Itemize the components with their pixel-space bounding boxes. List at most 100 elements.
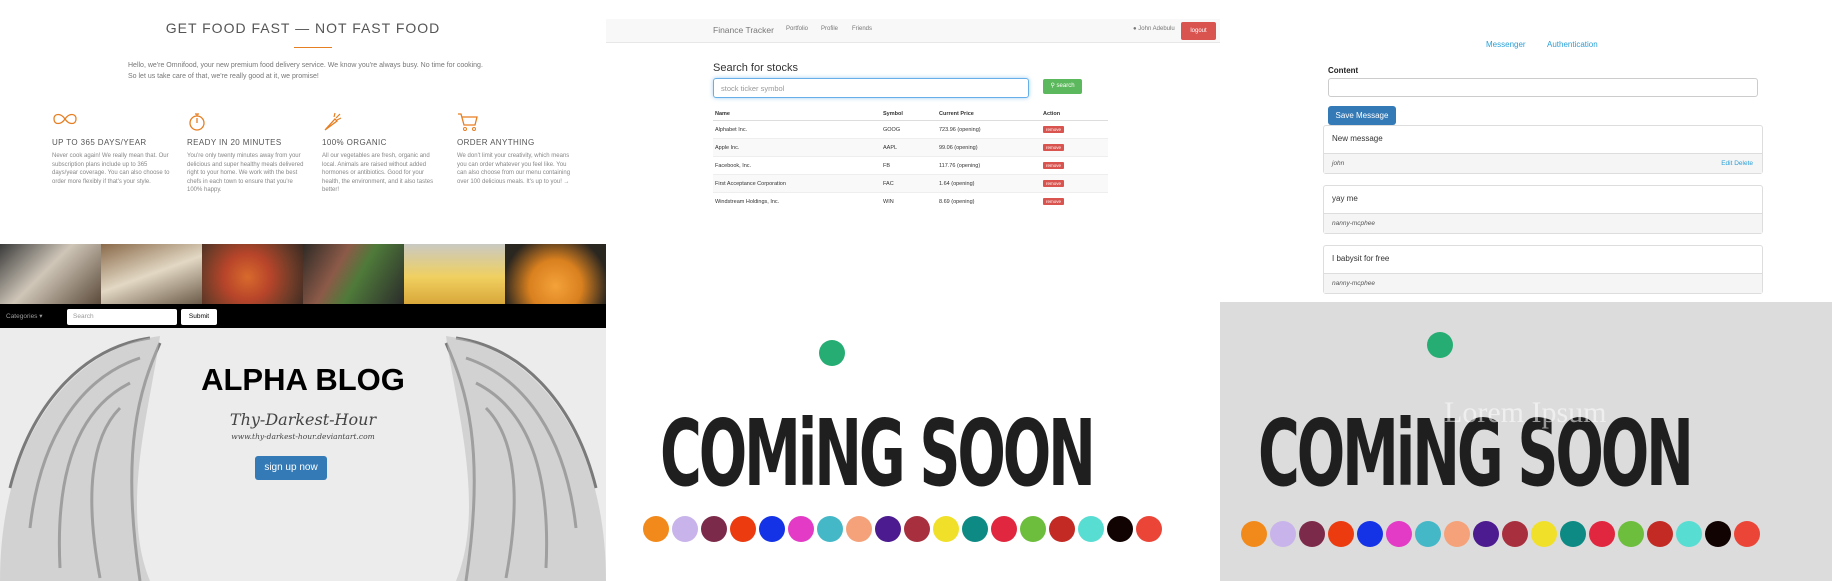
user-menu[interactable]: ● John Adebulu (1133, 26, 1175, 32)
signup-button[interactable]: sign up now (255, 456, 327, 480)
save-message-button[interactable]: Save Message (1328, 106, 1396, 125)
color-dot (672, 516, 698, 542)
cell-action: remove (1041, 120, 1108, 139)
cell-action: remove (1041, 156, 1108, 175)
caret-down-icon: ▾ (39, 313, 43, 320)
feature-organic: 100% ORGANIC All our vegetables are fres… (322, 112, 440, 195)
food-photo (0, 244, 101, 304)
carrot-icon (322, 112, 440, 134)
link-authentication[interactable]: Authentication (1547, 40, 1598, 49)
color-dot (1357, 521, 1383, 547)
cell-action: remove (1041, 138, 1108, 157)
food-photo (505, 244, 606, 304)
stock-search-input[interactable]: stock ticker symbol (713, 78, 1029, 98)
search-button[interactable]: ⚲ search (1043, 79, 1082, 94)
remove-button[interactable]: remove (1043, 162, 1065, 169)
message-text: yay me (1332, 194, 1358, 203)
food-photo-strip (0, 244, 606, 304)
message-footer: nanny-mcphee (1324, 273, 1762, 293)
color-dot (1589, 521, 1615, 547)
color-dot (1531, 521, 1557, 547)
categories-label: Categories (6, 313, 38, 320)
submit-button[interactable]: Submit (181, 309, 217, 325)
edit-delete-links[interactable]: Edit Delete (1721, 160, 1753, 167)
feature-text: Never cook again! We really mean that. O… (52, 153, 170, 185)
cell-name: Windstream Holdings, Inc. (713, 192, 881, 211)
blog-title: ALPHA BLOG (201, 362, 405, 397)
cell-price: 723.96 (opening) (937, 120, 1041, 139)
message-card: yay me nanny-mcphee (1323, 185, 1763, 234)
search-icon: ⚲ (1050, 83, 1055, 89)
cell-name: First Acceptance Corporation (713, 174, 881, 193)
color-dot (643, 516, 669, 542)
color-dot (846, 516, 872, 542)
color-dot-row (1241, 521, 1760, 547)
nav-friends[interactable]: Friends (852, 26, 872, 32)
message-text: New message (1332, 134, 1383, 143)
intro-line-2: So let us take care of that, we're reall… (128, 73, 319, 80)
lorem-overlay: Lorem Ipsum (1444, 396, 1607, 429)
link-messenger[interactable]: Messenger (1486, 40, 1526, 49)
stopwatch-icon (187, 112, 305, 134)
remove-button[interactable]: remove (1043, 180, 1065, 187)
feature-title: UP TO 365 DAYS/YEAR (52, 138, 147, 147)
color-dot (962, 516, 988, 542)
cart-icon (457, 112, 575, 134)
cell-action: remove (1041, 192, 1108, 211)
logout-button[interactable]: logout (1181, 22, 1216, 40)
color-dot (1270, 521, 1296, 547)
remove-button[interactable]: remove (1043, 144, 1065, 151)
search-heading: Search for stocks (713, 62, 798, 74)
search-button-label: search (1056, 83, 1075, 89)
messenger-panel: Messenger Authentication Content Save Me… (1220, 0, 1832, 302)
message-card: I babysit for free nanny-mcphee (1323, 245, 1763, 294)
intro-line-1: Hello, we're Omnifood, your new premium … (128, 62, 483, 69)
feature-text: We don't limit your creativity, which me… (457, 153, 571, 185)
color-dot (875, 516, 901, 542)
color-dot (904, 516, 930, 542)
col-symbol: Symbol (881, 108, 937, 121)
nav-profile[interactable]: Profile (821, 26, 838, 32)
title-divider (294, 47, 332, 48)
alpha-blog-panel: Categories ▾ Search Submit ALPHA BLOG Th… (0, 304, 606, 581)
coming-soon-panel-alt: COMiNG SOON Lorem Ipsum (1220, 302, 1832, 581)
table-row: Alphabet Inc. GOOG 723.96 (opening) remove (713, 120, 1108, 139)
watermark-url: www.thy-darkest-hour.deviantart.com (231, 432, 375, 441)
color-dot (1328, 521, 1354, 547)
omnifood-panel: GET FOOD FAST — NOT FAST FOOD Hello, we'… (0, 0, 606, 328)
cell-symbol: GOOG (881, 120, 937, 139)
message-card: New message john Edit Delete (1323, 125, 1763, 174)
color-dot (1618, 521, 1644, 547)
cell-symbol: WIN (881, 192, 937, 211)
nav-portfolio[interactable]: Portfolio (786, 26, 808, 32)
food-photo (101, 244, 202, 304)
blog-search-input[interactable]: Search (67, 309, 177, 325)
content-input[interactable] (1328, 78, 1758, 97)
color-dot (701, 516, 727, 542)
message-text: I babysit for free (1332, 254, 1390, 263)
user-icon: ● (1133, 26, 1137, 32)
remove-button[interactable]: remove (1043, 198, 1065, 206)
color-dot (1705, 521, 1731, 547)
color-dot (1502, 521, 1528, 547)
user-name: John Adebulu (1138, 26, 1175, 32)
feature-title: READY IN 20 MINUTES (187, 138, 282, 147)
food-photo (202, 244, 303, 304)
message-author: nanny-mcphee (1332, 220, 1375, 227)
cell-price: 8.69 (opening) (937, 192, 1041, 211)
navbar: Finance Tracker Portfolio Profile Friend… (606, 19, 1220, 43)
intro-text: Hello, we're Omnifood, your new premium … (128, 60, 508, 82)
green-dot (819, 340, 845, 366)
table-row: Windstream Holdings, Inc. WIN 8.69 (openin… (713, 192, 1108, 211)
categories-dropdown[interactable]: Categories ▾ (6, 312, 43, 320)
color-dot (1444, 521, 1470, 547)
brand-link[interactable]: Finance Tracker (713, 25, 774, 35)
remove-button[interactable]: remove (1043, 126, 1065, 133)
feature-order: ORDER ANYTHING We don't limit your creat… (457, 112, 575, 186)
color-dot (1136, 516, 1162, 542)
color-dot (1386, 521, 1412, 547)
color-dot (817, 516, 843, 542)
cell-symbol: AAPL (881, 138, 937, 157)
table-row: Facebook, Inc. FB 117.76 (opening) remove (713, 156, 1108, 175)
feature-20min: READY IN 20 MINUTES You're only twenty m… (187, 112, 305, 195)
